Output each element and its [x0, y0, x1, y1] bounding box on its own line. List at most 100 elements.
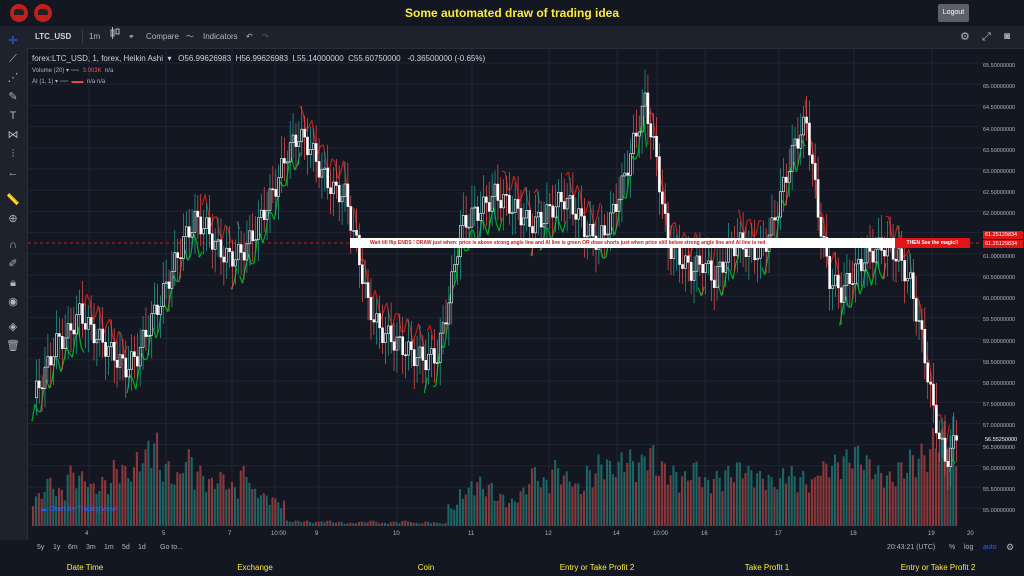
volume-bar: [851, 468, 854, 526]
volume-bar: [831, 465, 834, 526]
trash-icon[interactable]: 🗑︎: [6, 339, 20, 353]
volume-legend[interactable]: Volume (20) ▾ ▫▫▫▫ 3.003K n/a: [32, 67, 113, 74]
fib-tool-icon[interactable]: ⋰: [6, 71, 20, 85]
candle-body: [49, 356, 53, 366]
volume-bar: [542, 477, 545, 526]
ai-line-red: [510, 176, 515, 190]
volume-bar: [156, 432, 159, 526]
volume-bar: [807, 492, 811, 526]
layers-icon[interactable]: ◈: [6, 320, 20, 334]
candle-body: [72, 329, 76, 335]
settings-icon[interactable]: ⚙: [960, 26, 970, 48]
volume-bar: [349, 522, 352, 526]
candle-body: [571, 195, 575, 215]
percent-toggle[interactable]: %: [949, 544, 955, 551]
candle-body: [542, 223, 546, 228]
redo-icon[interactable]: ↷: [262, 26, 269, 48]
eye-icon[interactable]: ◉: [6, 295, 20, 309]
range-1m[interactable]: 1m: [104, 544, 114, 551]
volume-bar: [568, 481, 571, 526]
stay-drawing-icon[interactable]: ✐: [6, 257, 20, 271]
volume-bar: [118, 483, 121, 526]
indicators-button[interactable]: Indicators: [203, 26, 238, 48]
volume-bar: [715, 471, 718, 526]
range-6m[interactable]: 6m: [68, 544, 78, 551]
candle-body: [317, 161, 321, 178]
compare-button[interactable]: Compare: [146, 26, 179, 48]
interval-selector[interactable]: 1m: [89, 26, 100, 48]
candle-body: [410, 341, 413, 350]
candle-body: [897, 248, 901, 262]
volume-bar: [779, 477, 782, 526]
price-chart[interactable]: [28, 48, 982, 528]
volume-bar: [135, 452, 138, 526]
volume-bar: [528, 483, 531, 526]
indicators-icon[interactable]: 〜: [186, 26, 194, 48]
symbol-search[interactable]: LTC_USD: [35, 26, 71, 48]
candle-body: [52, 356, 55, 366]
crosshair-icon[interactable]: ✛: [6, 34, 20, 48]
candle-style-icon[interactable]: [110, 26, 120, 48]
ai-line-green: [717, 285, 723, 296]
compare-icon[interactable]: ⚭: [128, 26, 135, 48]
back-arrow-icon[interactable]: ←: [6, 166, 20, 180]
range-5y[interactable]: 5y: [37, 544, 44, 551]
fullscreen-icon[interactable]: ⤢: [982, 26, 991, 48]
candle-body: [156, 304, 159, 315]
camera-icon[interactable]: ◙: [1004, 26, 1010, 48]
prediction-icon[interactable]: ⫶: [6, 147, 20, 161]
volume-bar: [228, 488, 231, 526]
goto-button[interactable]: Go to...: [160, 544, 183, 551]
undo-icon[interactable]: ↶: [246, 26, 253, 48]
axis-settings-icon[interactable]: ⚙: [1006, 542, 1014, 553]
candle-body: [900, 248, 904, 261]
ai-line-green: [239, 275, 244, 284]
volume-bar: [799, 477, 802, 526]
range-1d[interactable]: 1d: [138, 544, 146, 551]
pattern-icon[interactable]: ⋈: [6, 128, 20, 142]
tradingview-watermark[interactable]: ☁ Chart by TradingView: [40, 505, 116, 513]
volume-bar: [277, 502, 280, 526]
candle-body: [231, 251, 234, 267]
volume-bar: [164, 463, 167, 526]
volume-bar: [268, 504, 271, 526]
ai-line-red: [945, 424, 950, 444]
logout-button[interactable]: Logout: [938, 4, 969, 22]
volume-bar: [934, 448, 938, 526]
trend-line-icon[interactable]: ⟋: [6, 52, 20, 66]
range-1y[interactable]: 1y: [53, 544, 60, 551]
candle-body: [415, 357, 419, 367]
footer-entry-take-profit-2b: Entry or Take Profit 2: [900, 563, 976, 572]
legend-symbol[interactable]: forex:LTC_USD, 1, forex, Heikin Ashi: [32, 54, 163, 63]
candle-body: [187, 226, 191, 238]
candle-body: [637, 131, 641, 137]
volume-bar: [663, 463, 666, 526]
candle-body: [903, 260, 906, 282]
trading-note-text: Wait till flip ENDS ! DRAW just when: pr…: [370, 240, 766, 246]
ruler-icon[interactable]: 📏: [6, 193, 20, 207]
volume-bar: [678, 492, 681, 526]
range-3m[interactable]: 3m: [86, 544, 96, 551]
text-tool-icon[interactable]: T: [6, 109, 20, 123]
log-toggle[interactable]: log: [964, 544, 973, 551]
magnet-icon[interactable]: ∩: [6, 238, 20, 252]
volume-bar: [121, 464, 124, 526]
auto-toggle[interactable]: auto: [983, 544, 997, 551]
lock-icon[interactable]: 🔒︎: [6, 276, 20, 290]
volume-bar: [810, 479, 813, 526]
volume-bar: [115, 468, 118, 526]
footer-coin: Coin: [417, 563, 435, 572]
zoom-icon[interactable]: ⊕: [6, 212, 20, 226]
volume-bar: [582, 490, 586, 526]
brush-icon[interactable]: ✎: [6, 90, 20, 104]
price-axis-label: 62.50000000: [983, 190, 1016, 197]
candle-body: [510, 212, 514, 214]
price-axis-label: 61.00000000: [983, 253, 1016, 260]
ai-legend[interactable]: AI (1, 1) ▾ ▫▫▫▫ ▬▬ n/a n/a: [32, 78, 105, 85]
price-axis-label: 57.00000000: [983, 423, 1016, 430]
candle-body: [288, 142, 292, 163]
volume-bar: [776, 489, 779, 526]
range-5d[interactable]: 5d: [122, 544, 130, 551]
volume-bar: [438, 523, 441, 526]
candle-body: [689, 261, 693, 281]
